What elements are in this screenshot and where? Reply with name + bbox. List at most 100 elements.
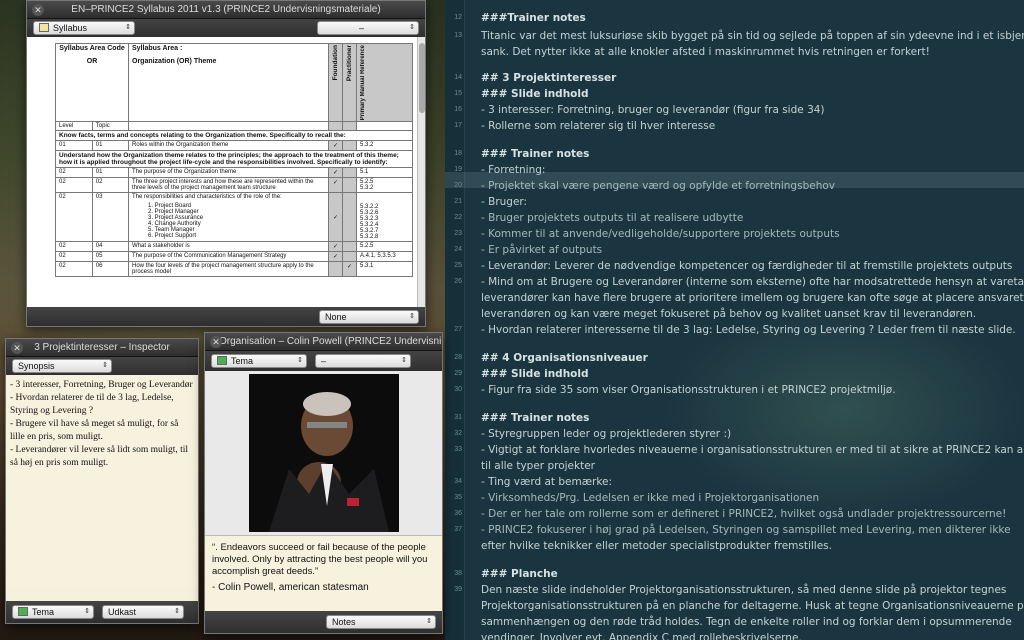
syllabus-popup[interactable]: Syllabus ⇕ [33, 21, 135, 35]
line-number: 18 [454, 150, 462, 157]
table-row: 02 04 What a stakeholder is ✓ 5.2.5 [55, 241, 413, 253]
cell-topic: 05 [91, 251, 130, 263]
organisation-footer-bar: Notes ⇕ [205, 611, 442, 633]
editor-line[interactable]: - Projektet skal være pengene værd og op… [481, 180, 835, 192]
inspector-footer-bar: Tema ⇕ Udkast ⇕ [6, 601, 198, 623]
organisation-header-bar: Tema ⇕ – ⇕ [205, 351, 442, 371]
editor-line[interactable]: - Er påvirket af outputs [481, 244, 602, 256]
notes-popup[interactable]: Notes ⇕ [326, 615, 436, 629]
syllabus-window[interactable]: ✕ EN–PRINCE2 Syllabus 2011 v1.3 (PRINCE2… [26, 0, 426, 327]
editor-line[interactable]: Projektorganisationsstrukturen på en pla… [481, 600, 1024, 612]
editor-line[interactable]: - Vigtigt at forklare hvorledes niveauer… [481, 444, 1024, 456]
line-number: 17 [454, 122, 462, 129]
cell-topic: 06 [91, 261, 130, 278]
tema-popup[interactable]: Tema ⇕ [12, 605, 94, 619]
editor-line[interactable]: leverandører kan have flere brugere at p… [481, 292, 1024, 304]
cell-ref: 5.3.2 [356, 140, 413, 152]
cell-topic: 02 [91, 177, 130, 194]
inspector-titlebar[interactable]: ✕ 3 Projektinteresser – Inspector [6, 339, 198, 357]
editor-line[interactable]: - Figur fra side 35 som viser Organisati… [481, 384, 896, 396]
inspector-window[interactable]: ✕ 3 Projektinteresser – Inspector Synops… [5, 338, 199, 624]
organisation-right-popup[interactable]: – ⇕ [315, 354, 411, 368]
cell-text: How the four levels of the project manag… [128, 261, 329, 278]
line-number: 20 [454, 182, 462, 189]
editor-line[interactable]: ### Planche [481, 568, 558, 580]
close-icon[interactable]: ✕ [210, 336, 222, 348]
syllabus-document[interactable]: Syllabus Area Code OR Syllabus Area : Or… [27, 37, 425, 309]
editor-line[interactable]: sammenhængen og den røde tråd holdes. Te… [481, 616, 1012, 628]
status-popup[interactable]: Udkast ⇕ [102, 605, 184, 619]
line-number: 14 [454, 74, 462, 81]
table-row: 02 02 The three project interests and how … [55, 177, 413, 194]
chevron-updown-icon: ⇕ [174, 608, 180, 615]
cell-text: What a stakeholder is [128, 241, 329, 253]
cell-ref: 5.1 [356, 167, 413, 179]
editor-line[interactable]: ### Trainer notes [481, 412, 589, 424]
cell-ref: 5.3.1 [356, 261, 413, 278]
synopsis-popup[interactable]: Synopsis ⇕ [12, 359, 112, 373]
organisation-titlebar[interactable]: ✕ Organisation – Colin Powell (PRINCE2 U… [205, 333, 442, 351]
editor-line[interactable]: Den næste slide indeholder Projektorgani… [481, 584, 1006, 596]
line-number: 35 [454, 494, 462, 501]
editor-line[interactable]: - Rollerne som relaterer sig til hver in… [481, 120, 715, 132]
editor-line[interactable]: - Forretning: [481, 164, 545, 176]
editor-line[interactable]: til alle typer projekter [481, 460, 595, 472]
line-number: 31 [454, 414, 462, 421]
syllabus-footer-bar: None ⇕ [27, 307, 425, 326]
editor-line[interactable]: - Bruger: [481, 196, 527, 208]
editor-line[interactable]: - 3 interesser: Forretning, bruger og le… [481, 104, 825, 116]
table-row: 02 01 The purpose of the Organization them… [55, 167, 413, 179]
editor-line[interactable]: efter hvilke teknikker eller metoder spe… [481, 540, 832, 552]
editor-line[interactable]: ### Slide indhold [481, 368, 589, 380]
editor-line[interactable]: - Hvordan relaterer interesserne til de … [481, 324, 1016, 336]
ref-item: 5.3.2.8 [360, 234, 379, 241]
editor-line[interactable]: - PRINCE2 fokuserer i høj grad på Ledels… [481, 524, 1011, 536]
cell-text: Roles within the Organization theme [128, 140, 329, 152]
table-row: 02 05 The purpose of the Communication Man… [55, 251, 413, 263]
line-number: 19 [454, 166, 462, 173]
editor-line[interactable]: ### Trainer notes [481, 148, 589, 160]
editor-line[interactable]: - Der er her tale om rollerne som er def… [481, 508, 1006, 520]
editor-line[interactable]: ###Trainer notes [481, 12, 586, 24]
cell-ref: 5.2.5 [356, 241, 413, 253]
editor-line[interactable]: ### Slide indhold [481, 88, 589, 100]
h-foundation: Foundation [332, 45, 339, 81]
editor-line[interactable]: Titanic var det mest luksuriøse skib byg… [481, 30, 1024, 42]
organisation-window[interactable]: ✕ Organisation – Colin Powell (PRINCE2 U… [204, 332, 443, 634]
chevron-updown-icon: ⇕ [409, 312, 415, 320]
close-icon[interactable]: ✕ [11, 342, 23, 354]
scrivenings-editor[interactable]: 12 ###Trainer notes 13 Titanic var det mest… [445, 0, 1024, 640]
line-number: 24 [454, 246, 462, 253]
line-number: 26 [454, 278, 462, 285]
h-level: Level [55, 121, 93, 132]
cell-foundation: ✓ [328, 177, 343, 194]
editor-line[interactable]: ## 3 Projektinteresser [481, 72, 616, 84]
editor-line[interactable]: - Mind om at Brugere og Leverandører (in… [481, 276, 1024, 288]
editor-line[interactable]: leverandøren og kan være meget fokuseret… [481, 308, 976, 320]
cell-topic: 01 [91, 140, 130, 152]
editor-line[interactable]: - Virksomheds/Prg. Ledelsen er ikke med … [481, 492, 819, 504]
synopsis-text[interactable]: - 3 interesser, Forretning, Bruger og Le… [6, 375, 198, 587]
editor-line[interactable]: sank. Det nytter ikke at alle knokler af… [481, 46, 930, 58]
scroll-thumb[interactable] [419, 43, 425, 113]
line-number: 29 [454, 370, 462, 377]
footer-none-popup[interactable]: None ⇕ [319, 309, 419, 324]
editor-line[interactable]: - Kommer til at anvende/vedligeholde/sup… [481, 228, 840, 240]
editor-line[interactable]: - Leverandør: Leverer de nødvendige komp… [481, 260, 1012, 272]
cell-text: The three project interests and how thes… [128, 177, 329, 194]
editor-line[interactable]: - Styregruppen leder og projektlederen s… [481, 428, 731, 440]
syllabus-scrollbar[interactable] [417, 37, 425, 309]
editor-line[interactable]: - Bruger projektets outputs til at reali… [481, 212, 743, 224]
window-title: EN–PRINCE2 Syllabus 2011 v1.3 (PRINCE2 U… [71, 4, 381, 15]
tema-popup[interactable]: Tema ⇕ [211, 354, 307, 368]
editor-line[interactable]: vendinger. Involver evt. Appendix C med … [481, 632, 802, 640]
cell-foundation: ✓ [328, 241, 343, 253]
syllabus-right-popup[interactable]: – ⇕ [317, 21, 419, 35]
portrait-image [249, 374, 399, 532]
editor-line[interactable]: ## 4 Organisationsniveauer [481, 352, 648, 364]
close-icon[interactable]: ✕ [32, 4, 44, 16]
editor-line[interactable]: - Ting værd at bemærke: [481, 476, 612, 488]
syllabus-titlebar[interactable]: ✕ EN–PRINCE2 Syllabus 2011 v1.3 (PRINCE2… [27, 1, 425, 19]
role-item: 6. Project Support [148, 233, 197, 240]
cell-level: 01 [55, 140, 93, 152]
